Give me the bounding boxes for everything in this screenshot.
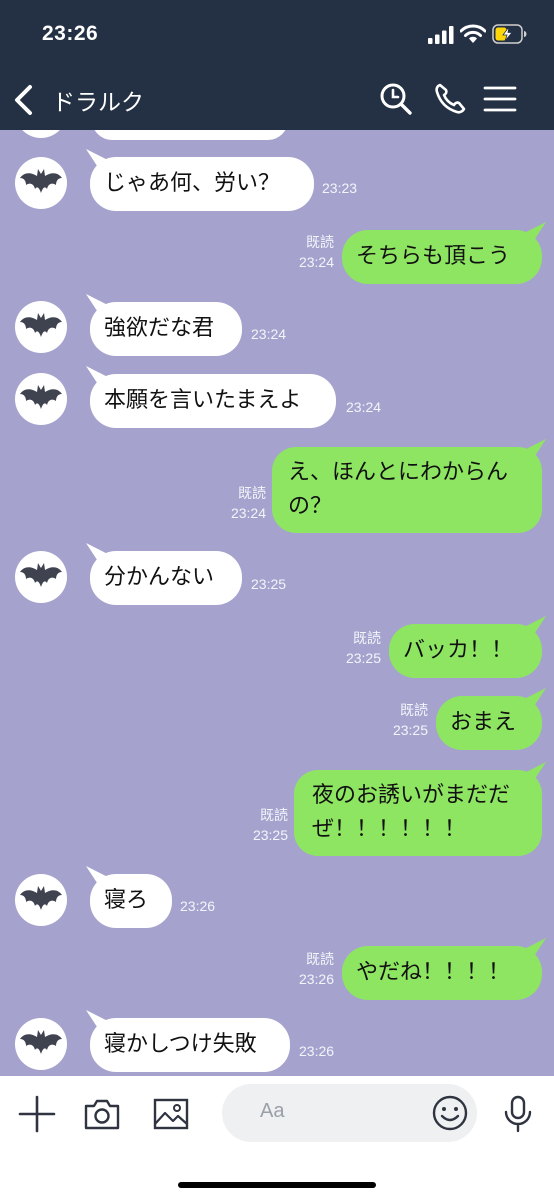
avatar[interactable]	[15, 1018, 67, 1070]
partial-message-bubble	[92, 130, 288, 140]
outgoing-message[interactable]: やだね！！！！	[342, 946, 542, 1000]
camera-icon[interactable]	[82, 1094, 122, 1134]
avatar[interactable]	[15, 301, 67, 353]
message-input-placeholder: Aa	[260, 1100, 285, 1122]
message-time: 23:24	[346, 399, 382, 415]
chat-header: ドラルク	[0, 70, 554, 130]
outgoing-message[interactable]: そちらも頂こう	[342, 230, 542, 284]
message-input[interactable]: Aa	[222, 1084, 477, 1142]
message-time: 23:24	[251, 326, 287, 342]
message-time: 23:25	[252, 827, 288, 843]
message-time: 23:25	[251, 576, 287, 592]
read-status: 既読	[238, 485, 266, 501]
read-status: 既読	[353, 630, 381, 646]
incoming-message[interactable]: 強欲だな君	[90, 302, 242, 356]
outgoing-message[interactable]: え、ほんとにわからんの？	[272, 447, 542, 533]
incoming-message[interactable]: 分かんない	[90, 551, 242, 605]
search-icon[interactable]	[377, 80, 415, 118]
bat-avatar-icon	[20, 169, 62, 193]
menu-icon[interactable]	[482, 80, 518, 118]
mic-icon[interactable]	[498, 1094, 538, 1134]
battery-icon	[492, 24, 527, 44]
image-icon[interactable]	[151, 1094, 191, 1134]
bat-avatar-icon	[20, 385, 62, 409]
incoming-message[interactable]: じゃあ何、労い？	[90, 157, 314, 211]
incoming-message[interactable]: 本願を言いたまえよ	[90, 374, 336, 428]
phone-icon[interactable]	[431, 80, 469, 118]
signal-icon	[428, 26, 454, 44]
bat-avatar-icon	[20, 886, 62, 910]
home-indicator[interactable]	[178, 1182, 376, 1188]
bat-avatar-icon	[20, 313, 62, 337]
outgoing-message[interactable]: おまえ	[436, 696, 542, 750]
read-status: 既読	[400, 702, 428, 718]
chevron-left-icon[interactable]	[12, 84, 34, 116]
message-time: 23:25	[392, 722, 428, 738]
composer-bar: Aa	[0, 1076, 554, 1200]
outgoing-message[interactable]: バッカ！！	[389, 624, 542, 678]
status-bar: 23:26	[0, 0, 554, 70]
message-time: 23:26	[299, 1043, 335, 1059]
message-time: 23:26	[180, 898, 216, 914]
avatar[interactable]	[15, 130, 67, 138]
outgoing-message[interactable]: 夜のお誘いがまだだぜ！！！！！！	[294, 770, 542, 856]
incoming-message[interactable]: 寝かしつけ失敗	[90, 1018, 290, 1072]
avatar[interactable]	[15, 373, 67, 425]
message-time: 23:23	[322, 180, 358, 196]
bat-avatar-icon	[20, 563, 62, 587]
read-status: 既読	[306, 234, 334, 250]
avatar[interactable]	[15, 157, 67, 209]
status-time: 23:26	[42, 22, 99, 45]
chat-area[interactable]: じゃあ何、労い？ 23:23 既読 23:24 そちらも頂こう 強欲だな君 23…	[0, 130, 554, 1076]
read-status: 既読	[260, 807, 288, 823]
avatar[interactable]	[15, 874, 67, 926]
message-time: 23:24	[230, 505, 266, 521]
wifi-icon	[460, 24, 486, 43]
plus-icon[interactable]	[17, 1094, 57, 1134]
incoming-message[interactable]: 寝ろ	[90, 874, 172, 928]
avatar[interactable]	[15, 551, 67, 603]
chat-title[interactable]: ドラルク	[52, 83, 144, 117]
read-status: 既読	[306, 951, 334, 967]
emoji-icon[interactable]	[430, 1093, 470, 1133]
message-time: 23:25	[345, 650, 381, 666]
message-time: 23:26	[298, 971, 334, 987]
bat-avatar-icon	[20, 1030, 62, 1054]
message-time: 23:24	[298, 254, 334, 270]
